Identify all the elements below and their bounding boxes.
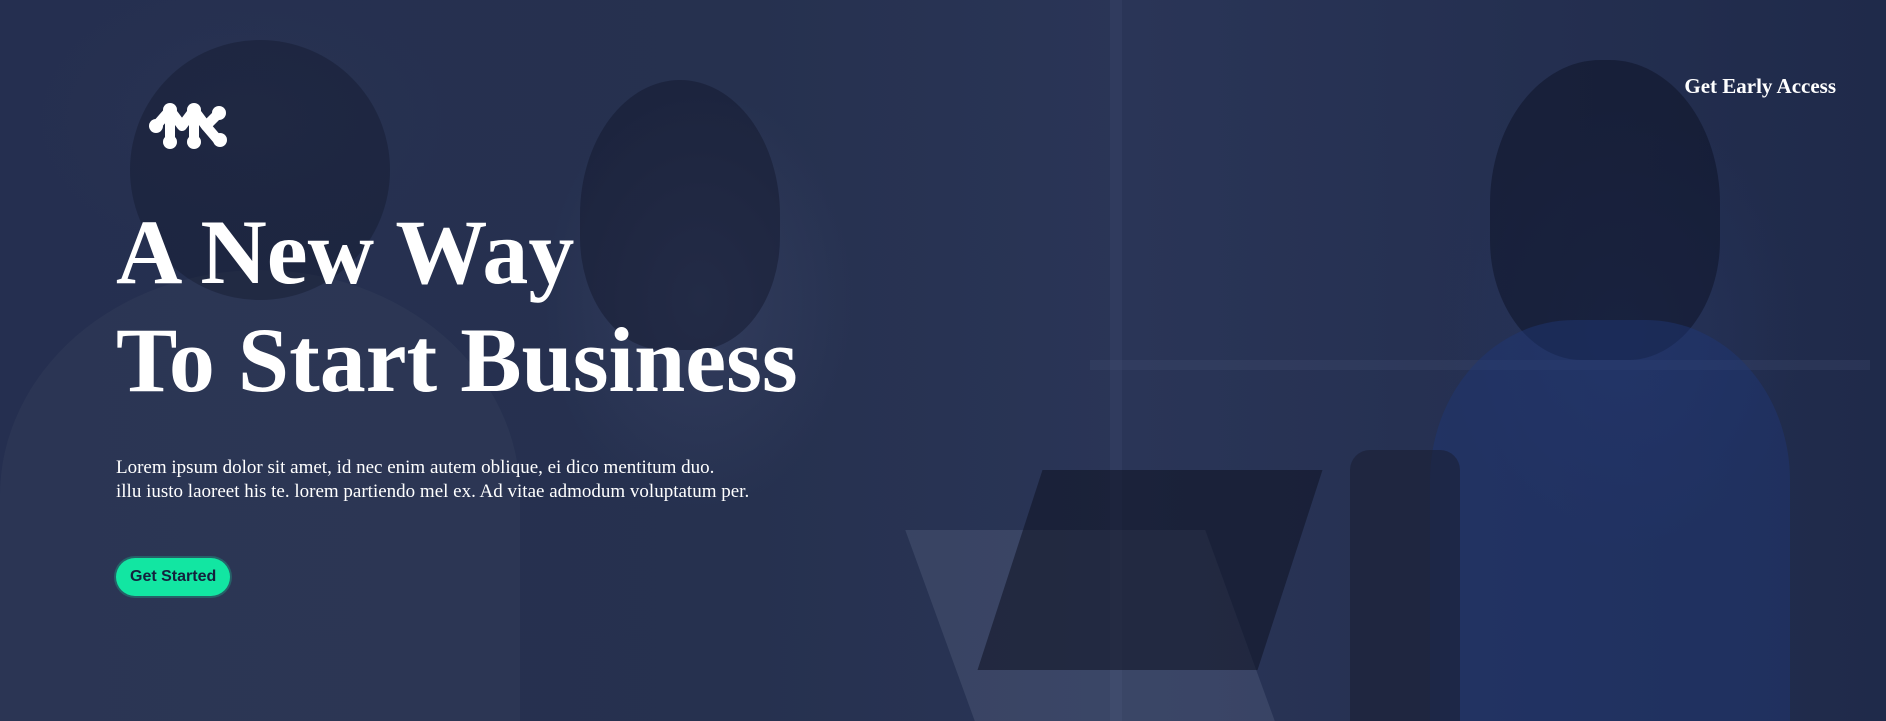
hero-description: Lorem ipsum dolor sit amet, id nec enim … bbox=[116, 456, 749, 504]
get-early-access-link[interactable]: Get Early Access bbox=[1684, 74, 1836, 99]
background-photo-detail bbox=[1350, 450, 1460, 721]
page-title: A New Way To Start Business bbox=[116, 198, 798, 414]
background-photo-detail bbox=[905, 530, 1275, 721]
background-photo-detail bbox=[1490, 60, 1720, 360]
background-photo-detail bbox=[1430, 320, 1790, 721]
description-line-1: Lorem ipsum dolor sit amet, id nec enim … bbox=[116, 457, 715, 478]
background-photo-detail bbox=[1110, 0, 1122, 721]
description-line-2: illu iusto laoreet his te. lorem partien… bbox=[116, 481, 750, 502]
headline-line-1: A New Way bbox=[116, 201, 575, 303]
hero-section: Get Early Access A New Way To Start Busi… bbox=[0, 0, 1886, 721]
headline-line-2: To Start Business bbox=[116, 309, 798, 411]
molecule-logo-icon[interactable] bbox=[148, 100, 232, 152]
background-photo-detail bbox=[1090, 360, 1870, 370]
background-photo-detail bbox=[977, 470, 1323, 670]
get-started-button[interactable]: Get Started bbox=[116, 558, 231, 596]
